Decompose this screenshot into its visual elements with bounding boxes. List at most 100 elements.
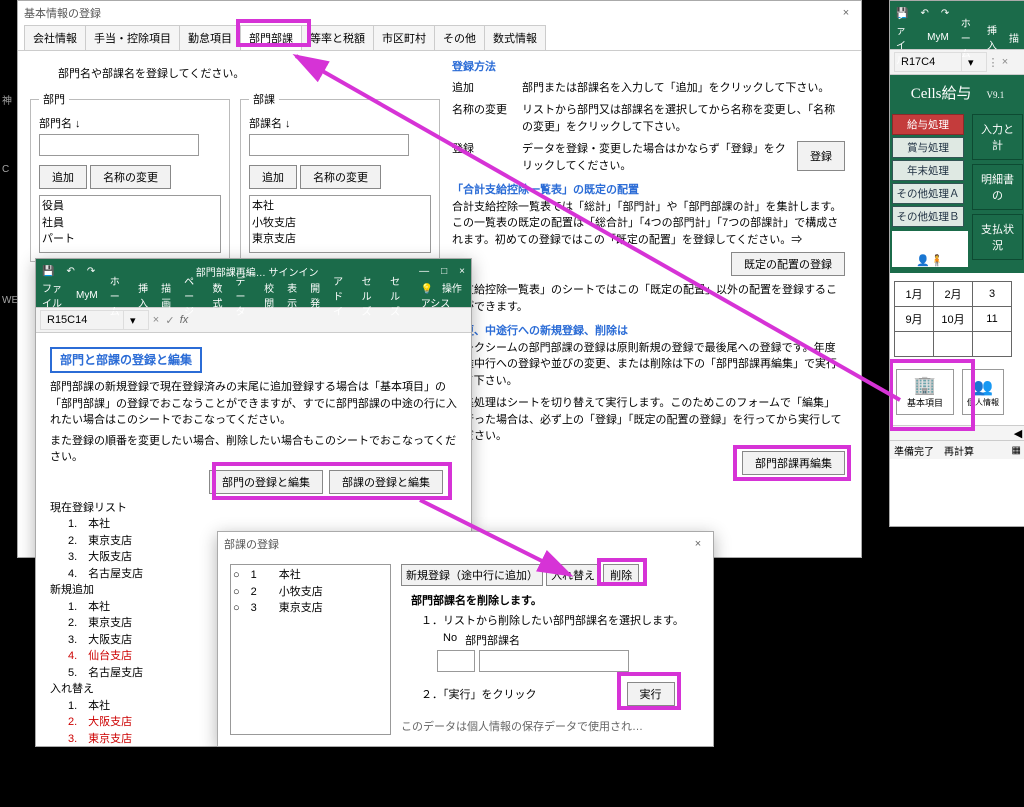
tab-rate[interactable]: 等率と税額 xyxy=(301,25,374,50)
swap-button[interactable]: 入れ替え xyxy=(546,564,600,586)
menu-item[interactable]: 描画 xyxy=(155,280,178,310)
label-sect: 部課名 ↓ xyxy=(249,115,431,131)
month-cell[interactable] xyxy=(895,332,934,357)
month-cell[interactable]: 11 xyxy=(973,307,1012,332)
list-item[interactable]: 役員 xyxy=(42,198,218,215)
tab-dept[interactable]: 部門部課 xyxy=(240,25,302,50)
reedit-button[interactable]: 部門部課再編集 xyxy=(742,451,845,475)
month-cell[interactable]: 1月 xyxy=(895,282,934,307)
menu-item[interactable]: 挿入 xyxy=(981,22,1003,52)
mode-yearend[interactable]: 年末処理 xyxy=(892,160,964,181)
sect-rename-button[interactable]: 名称の変更 xyxy=(300,165,381,189)
cancel-icon[interactable]: × xyxy=(149,314,163,326)
redo-icon[interactable]: ↷ xyxy=(935,8,955,19)
close-icon[interactable]: × xyxy=(689,538,707,550)
formula-input[interactable] xyxy=(195,311,467,329)
tab-company[interactable]: 会社情報 xyxy=(24,25,86,50)
window-max-icon[interactable]: □ xyxy=(435,266,453,277)
fx-icon[interactable]: fx xyxy=(177,314,191,326)
dept-input[interactable] xyxy=(39,134,199,156)
mode-bonus[interactable]: 賞与処理 xyxy=(892,137,964,158)
enter-icon[interactable]: ✓ xyxy=(163,314,177,327)
delete-button[interactable]: 削除 xyxy=(603,564,639,586)
new-mid-button[interactable]: 新規登録（途中行に追加） xyxy=(401,564,543,586)
undo-icon[interactable]: ↶ xyxy=(60,266,80,277)
label-rename: 名称の変更 xyxy=(452,102,512,135)
sub-heading: 部門部課名を削除します。 xyxy=(411,592,701,608)
name-box[interactable]: R17C4 xyxy=(894,52,962,72)
name-input[interactable] xyxy=(479,650,629,672)
save-icon[interactable]: 💾 xyxy=(36,266,60,277)
list-item[interactable]: 社員 xyxy=(42,215,218,232)
month-cell[interactable]: 9月 xyxy=(895,307,934,332)
formula-bar: R15C14 ▾ × ✓ fx xyxy=(36,307,471,333)
month-cell[interactable]: 3 xyxy=(973,282,1012,307)
tab-city[interactable]: 市区町村 xyxy=(373,25,435,50)
mode-other-a[interactable]: その他処理Ａ xyxy=(892,183,964,204)
sect-list[interactable]: 本社 小牧支店 東京支店 xyxy=(249,195,431,253)
mode-other-b[interactable]: その他処理Ｂ xyxy=(892,206,964,227)
close-icon[interactable]: × xyxy=(837,7,855,19)
ribbon-menu: ファイル MyM ホーム 挿入 描 xyxy=(890,25,1024,49)
name-box-drop[interactable]: ▾ xyxy=(962,52,987,72)
list-item[interactable]: パート xyxy=(42,231,218,248)
no-input[interactable] xyxy=(437,650,475,672)
menu-item[interactable]: 挿入 xyxy=(132,280,155,310)
desc-edit1: ワークシームの部門部課の登録は原則新規の登録で最後尾への登録です。年度の途中行へ… xyxy=(452,340,845,390)
sect-add-button[interactable]: 追加 xyxy=(249,165,297,189)
window-close-icon[interactable]: × xyxy=(453,266,471,277)
list-item: 1. 本社 xyxy=(68,780,457,797)
dept-list[interactable]: 役員 社員 パート xyxy=(39,195,221,253)
month-cell[interactable]: 10月 xyxy=(934,307,973,332)
col-no: No xyxy=(443,632,457,648)
tab-attendance[interactable]: 勤怠項目 xyxy=(179,25,241,50)
titlebar: 部課の登録 × xyxy=(218,532,713,556)
tab-formula[interactable]: 数式情報 xyxy=(484,25,546,50)
menu-item[interactable]: MyM xyxy=(70,290,104,301)
menu-item[interactable]: 校閲 xyxy=(258,280,281,310)
dept-rename-button[interactable]: 名称の変更 xyxy=(90,165,171,189)
tab-other[interactable]: その他 xyxy=(434,25,485,50)
sect-reg-list[interactable]: ○ 1 本社 ○ 2 小牧支店 ○ 3 東京支店 xyxy=(230,564,391,735)
month-cell[interactable]: 2月 xyxy=(934,282,973,307)
redo-icon[interactable]: ↷ xyxy=(81,266,101,277)
list-item[interactable]: 小牧支店 xyxy=(252,215,428,232)
menu-item[interactable]: ファイル xyxy=(36,280,70,310)
scroll-left-icon[interactable]: ◀ xyxy=(1011,427,1024,440)
placement-button[interactable]: 既定の配置の登録 xyxy=(731,252,845,276)
run-button[interactable]: 実行 xyxy=(627,682,675,706)
list-heading: 削除 xyxy=(50,764,457,781)
sect-input[interactable] xyxy=(249,134,409,156)
name-box-drop[interactable]: ▾ xyxy=(124,310,149,330)
mode-salary[interactable]: 給与処理 xyxy=(892,114,964,135)
tab-allowance[interactable]: 手当・控除項目 xyxy=(85,25,180,50)
menu-item[interactable]: 開発 xyxy=(304,280,327,310)
tell-me[interactable]: 💡 操作アシス xyxy=(413,280,471,310)
month-cell[interactable] xyxy=(973,332,1012,357)
basic-items-icon[interactable]: 🏢 基本項目 xyxy=(896,369,954,415)
icon-label: 基本項目 xyxy=(907,396,943,409)
dept-edit-button[interactable]: 部門の登録と編集 xyxy=(209,470,323,494)
sheet-frame-title: 部門と部課の登録と編集 xyxy=(50,347,202,373)
gbtn-detail[interactable]: 明細書の xyxy=(972,164,1023,210)
fieldset-sect: 部課 部課名 ↓ 追加 名称の変更 本社 小牧支店 東京支店 xyxy=(240,91,440,262)
register-button[interactable]: 登録 xyxy=(797,141,845,171)
name-box[interactable]: R15C14 xyxy=(40,310,124,330)
menu-item[interactable]: 数式 xyxy=(207,280,230,310)
menu-item[interactable]: 表示 xyxy=(281,280,304,310)
view-icon[interactable]: ▦ xyxy=(1012,445,1021,456)
list-heading: 現在登録リスト xyxy=(50,500,457,517)
list-item[interactable]: 本社 xyxy=(252,198,428,215)
list-item[interactable]: 東京支店 xyxy=(252,231,428,248)
cancel-icon[interactable]: × xyxy=(999,56,1011,68)
menu-item[interactable]: MyM xyxy=(921,32,955,43)
gbtn-pay[interactable]: 支払状況 xyxy=(972,214,1023,260)
desktop-label: WE xyxy=(2,295,18,306)
month-cell[interactable] xyxy=(934,332,973,357)
window-min-icon[interactable]: — xyxy=(413,266,435,277)
personal-info-icon[interactable]: 👥 個人情報 xyxy=(962,369,1004,415)
dept-add-button[interactable]: 追加 xyxy=(39,165,87,189)
gbtn-input[interactable]: 入力と計 xyxy=(972,114,1023,160)
sect-edit-button[interactable]: 部課の登録と編集 xyxy=(329,470,443,494)
menu-item[interactable]: 描 xyxy=(1003,30,1024,45)
